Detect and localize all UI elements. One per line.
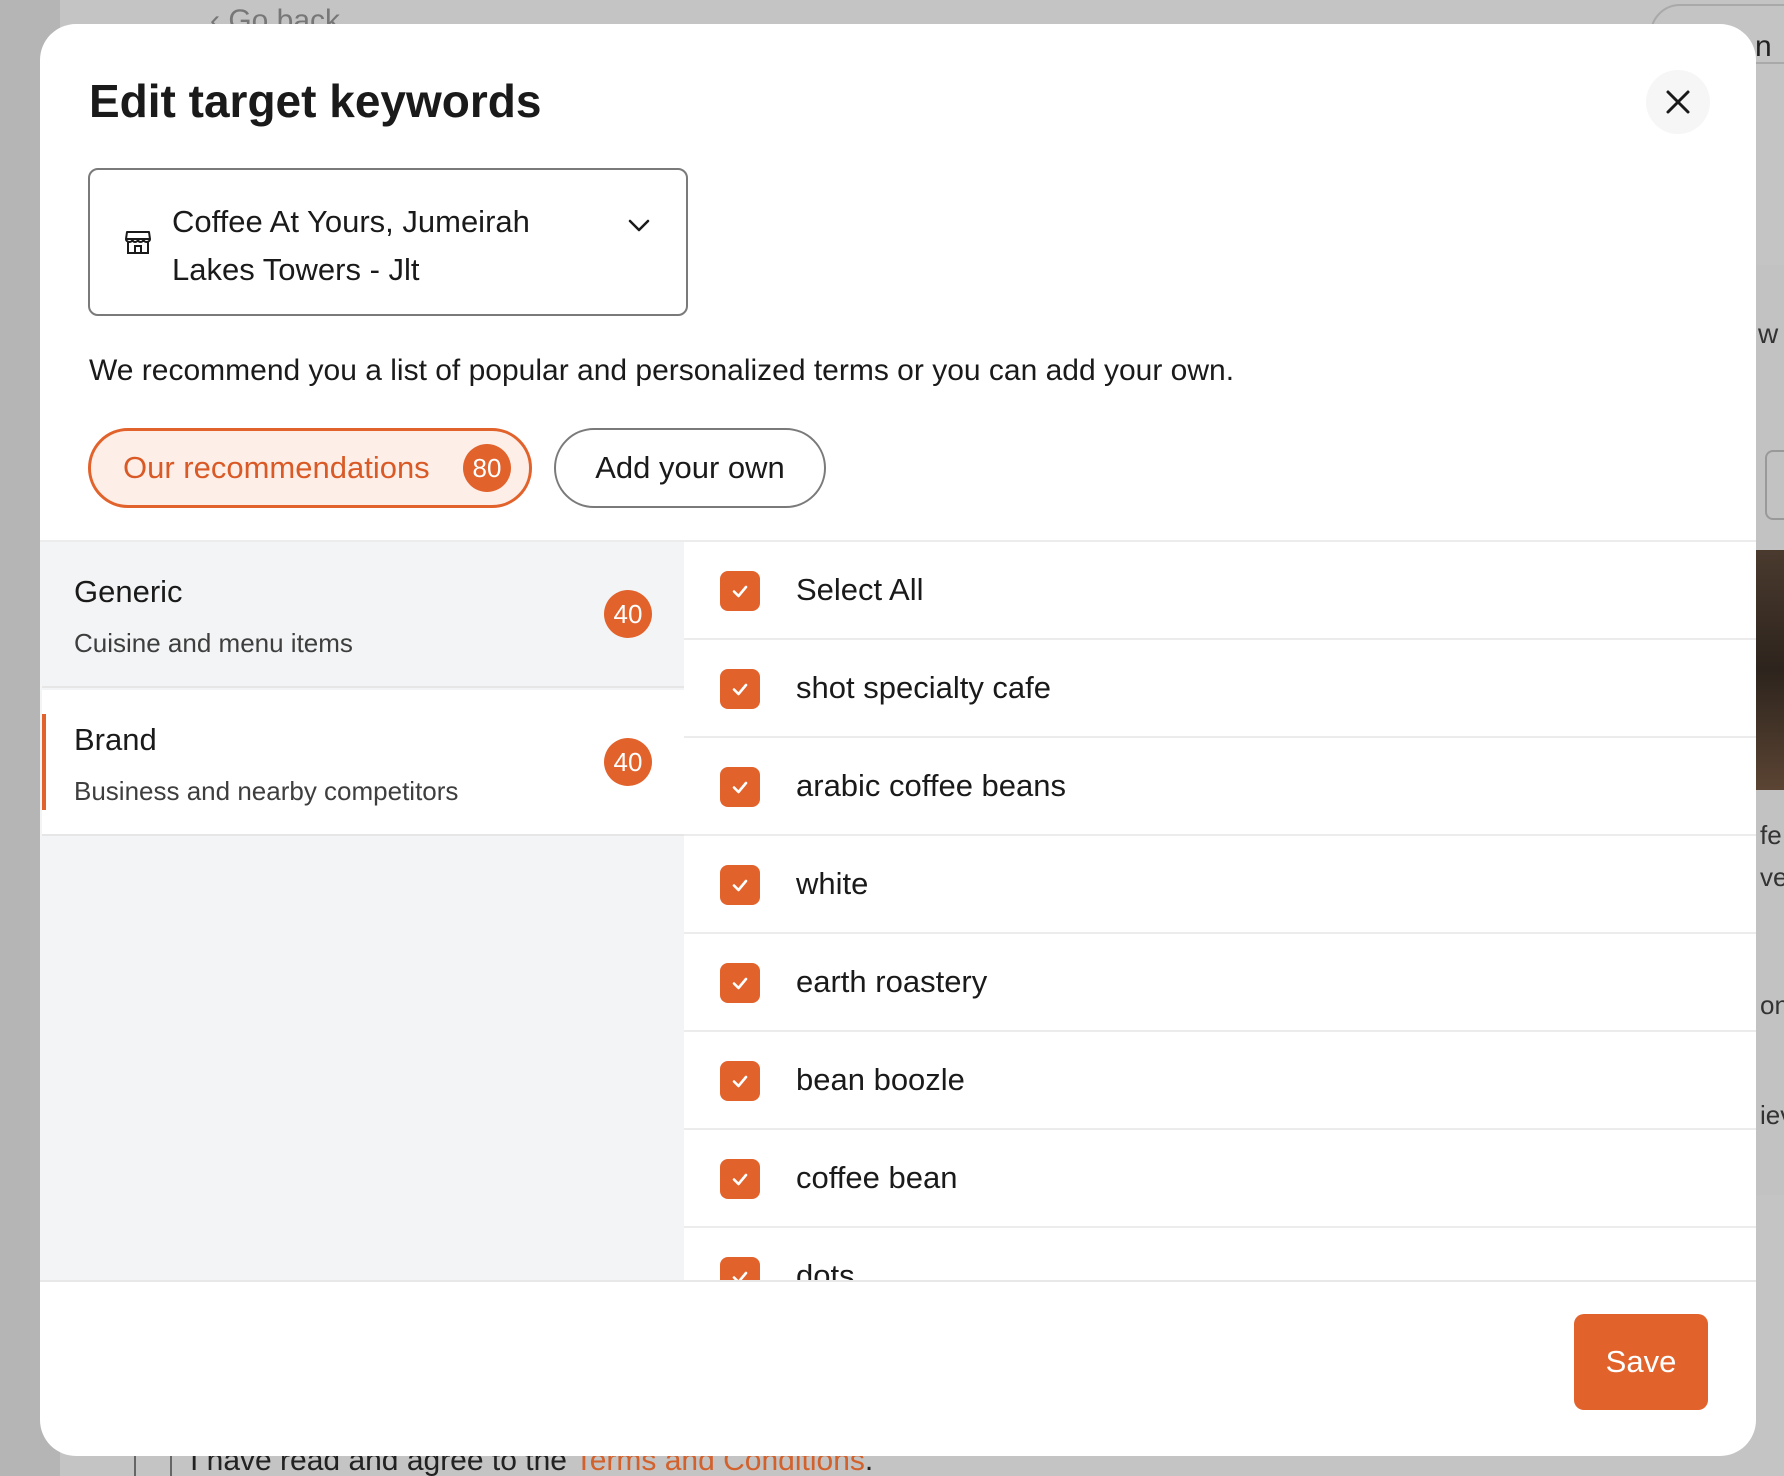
keyword-label: arabic coffee beans bbox=[796, 768, 1067, 803]
checkbox[interactable] bbox=[720, 571, 760, 611]
store-select-value: Coffee At Yours, Jumeirah Lakes Towers -… bbox=[172, 204, 530, 287]
count-badge: 40 bbox=[604, 590, 652, 638]
keyword-row[interactable]: bean boozle bbox=[684, 1032, 1756, 1130]
keyword-row[interactable]: earth roastery bbox=[684, 934, 1756, 1032]
keyword-label: white bbox=[796, 866, 869, 901]
store-select[interactable]: Coffee At Yours, Jumeirah Lakes Towers -… bbox=[88, 168, 688, 316]
keyword-row-select-all[interactable]: Select All bbox=[684, 542, 1756, 640]
category-subtitle: Business and nearby competitors bbox=[74, 776, 459, 806]
checkbox[interactable] bbox=[720, 1159, 760, 1199]
category-title: Brand bbox=[74, 722, 157, 757]
checkbox[interactable] bbox=[720, 669, 760, 709]
category-subtitle: Cuisine and menu items bbox=[74, 628, 353, 658]
background-photo bbox=[1755, 550, 1784, 790]
check-icon bbox=[732, 1075, 748, 1088]
checkbox[interactable] bbox=[720, 1061, 760, 1101]
checkbox[interactable] bbox=[720, 1257, 760, 1280]
keyword-row[interactable]: shot specialty cafe bbox=[684, 640, 1756, 738]
modal-title: Edit target keywords bbox=[89, 75, 542, 127]
background-fragment: ont bbox=[1760, 990, 1784, 1020]
background-fragment: iev bbox=[1760, 1100, 1784, 1130]
checkbox[interactable] bbox=[720, 767, 760, 807]
keyword-row[interactable]: dots bbox=[684, 1228, 1756, 1280]
store-icon bbox=[125, 231, 151, 254]
keyword-row[interactable]: white bbox=[684, 836, 1756, 934]
background-fragment: w bbox=[1758, 318, 1779, 349]
tab-add-your-own[interactable]: Add your own bbox=[554, 428, 826, 508]
check-icon bbox=[732, 1173, 748, 1186]
intro-text: We recommend you a list of popular and p… bbox=[89, 354, 1235, 387]
chevron-down-icon bbox=[628, 219, 650, 232]
check-icon bbox=[732, 1271, 748, 1280]
check-icon bbox=[732, 585, 748, 598]
keyword-label: dots bbox=[796, 1258, 855, 1280]
check-icon bbox=[732, 781, 748, 794]
background-fragment: fe bbox=[1760, 820, 1782, 850]
active-indicator bbox=[42, 714, 46, 810]
keyword-row[interactable]: arabic coffee beans bbox=[684, 738, 1756, 836]
close-icon bbox=[1666, 90, 1690, 114]
count-badge: 80 bbox=[463, 444, 511, 492]
save-button[interactable]: Save bbox=[1574, 1314, 1708, 1410]
category-list: Generic Cuisine and menu items 40 Brand … bbox=[40, 542, 684, 1280]
keyword-label: bean boozle bbox=[796, 1062, 965, 1097]
keyword-label: coffee bean bbox=[796, 1160, 958, 1195]
footer-divider bbox=[40, 1280, 1756, 1282]
tab-label: Our recommendations bbox=[123, 450, 430, 485]
background-fragment: ver bbox=[1760, 862, 1784, 892]
check-icon bbox=[732, 683, 748, 696]
category-brand[interactable]: Brand Business and nearby competitors 40 bbox=[42, 690, 684, 836]
tab-our-recommendations[interactable]: Our recommendations 80 bbox=[88, 428, 532, 508]
keyword-list[interactable]: Select All shot specialty cafe arabic co… bbox=[684, 542, 1756, 1280]
keyword-label: earth roastery bbox=[796, 964, 988, 999]
category-title: Generic bbox=[74, 574, 183, 609]
keyword-label: Select All bbox=[796, 572, 924, 607]
edit-keywords-modal: Edit target keywords Coffee At Yours, Ju… bbox=[40, 24, 1756, 1456]
background-fragment: n bbox=[1755, 30, 1772, 63]
category-generic[interactable]: Generic Cuisine and menu items 40 bbox=[42, 542, 684, 688]
keyword-label: shot specialty cafe bbox=[796, 670, 1052, 705]
keyword-row[interactable]: coffee bean bbox=[684, 1130, 1756, 1228]
check-icon bbox=[732, 879, 748, 892]
tab-label: Add your own bbox=[595, 450, 785, 485]
background-box bbox=[1765, 450, 1784, 520]
close-button[interactable] bbox=[1646, 70, 1710, 134]
check-icon bbox=[732, 977, 748, 990]
checkbox[interactable] bbox=[720, 963, 760, 1003]
checkbox[interactable] bbox=[720, 865, 760, 905]
count-badge: 40 bbox=[604, 738, 652, 786]
